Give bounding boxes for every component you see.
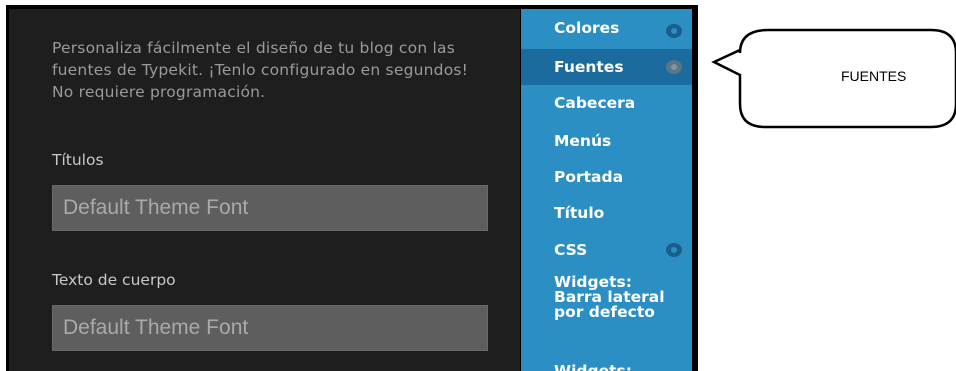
callout-label: FUENTES (841, 68, 907, 84)
callout-bubble (711, 28, 956, 129)
